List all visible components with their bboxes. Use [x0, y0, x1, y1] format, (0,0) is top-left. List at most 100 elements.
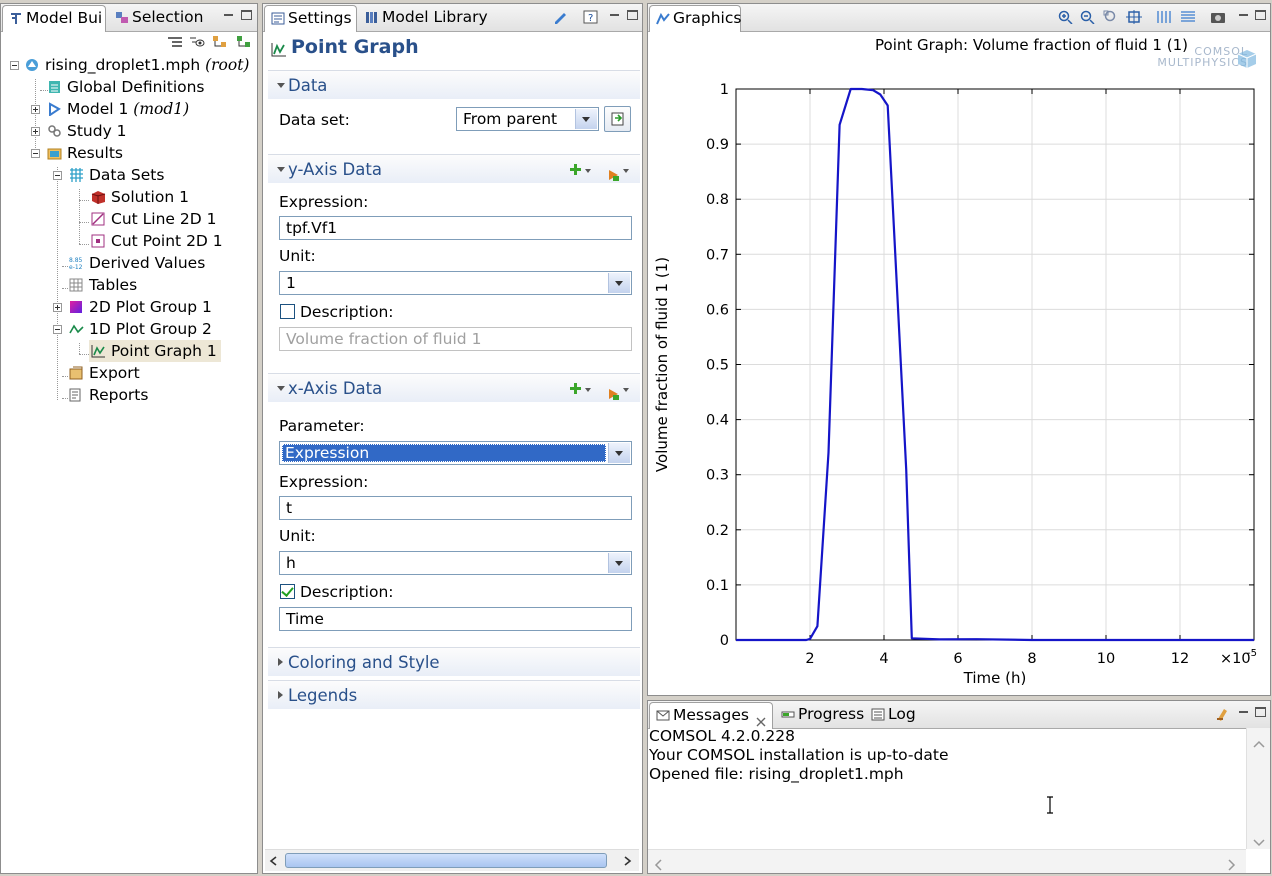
- chevron-down-icon[interactable]: [575, 109, 597, 129]
- minimize-button[interactable]: [1238, 707, 1249, 717]
- tab-graphics[interactable]: Graphics: [649, 5, 741, 32]
- chevron-down-icon[interactable]: [608, 443, 630, 463]
- expand-study[interactable]: [31, 127, 40, 136]
- tree-item-cut-point[interactable]: Cut Point 2D 1: [91, 230, 223, 252]
- results-icon: [47, 144, 62, 160]
- tab-model-builder[interactable]: Model Bui: [2, 5, 106, 32]
- expand-results[interactable]: [31, 149, 40, 158]
- chevron-down-icon[interactable]: [608, 273, 630, 293]
- selection-icon: [115, 7, 129, 23]
- x-unit-select[interactable]: h: [279, 551, 632, 575]
- data-sets-icon: [69, 166, 84, 182]
- minimize-button[interactable]: [223, 10, 234, 20]
- tree-item-cut-line[interactable]: Cut Line 2D 1: [91, 208, 216, 230]
- tree-root[interactable]: rising_droplet1.mph (root): [25, 54, 249, 76]
- x-grid-icon[interactable]: [1156, 10, 1172, 24]
- tree-item-data-sets[interactable]: Data Sets: [69, 164, 164, 186]
- zoom-out-icon[interactable]: [1080, 10, 1096, 25]
- message-line: Opened file: rising_droplet1.mph: [649, 765, 904, 783]
- tab-progress[interactable]: Progress: [775, 702, 870, 727]
- collapse-all-icon[interactable]: [167, 35, 183, 49]
- maximize-button[interactable]: [1255, 10, 1266, 20]
- tree-item-point-graph[interactable]: Point Graph 1: [89, 340, 221, 362]
- tab-selection[interactable]: Selection: [109, 5, 209, 30]
- maximize-button[interactable]: [241, 10, 252, 20]
- x-expression-input[interactable]: t: [279, 496, 632, 520]
- minimize-button[interactable]: [609, 10, 620, 20]
- scroll-right-button[interactable]: [620, 854, 634, 868]
- expand-2d-plot-group[interactable]: [53, 303, 62, 312]
- cut-line-icon: [91, 210, 106, 226]
- scroll-left-button[interactable]: [654, 857, 662, 873]
- tab-model-library[interactable]: Model Library: [359, 5, 494, 30]
- maximize-button[interactable]: [1255, 707, 1266, 717]
- replace-expression-icon[interactable]: [607, 162, 621, 191]
- edit-icon[interactable]: [553, 10, 569, 24]
- x-description-input[interactable]: Time: [279, 607, 632, 631]
- go-to-source-button[interactable]: [604, 106, 631, 132]
- tab-log[interactable]: Log: [865, 702, 922, 727]
- replace-expression-icon[interactable]: [607, 381, 621, 410]
- parameter-select[interactable]: Expression: [279, 441, 632, 465]
- scroll-thumb[interactable]: [285, 853, 607, 868]
- scroll-up-button[interactable]: [1253, 734, 1265, 752]
- tree-item-derived-values[interactable]: 8.85 e-12 Derived Values: [69, 252, 205, 274]
- y-tick-label: 0.7: [706, 247, 729, 263]
- tree-item-1d-plot-group[interactable]: 1D Plot Group 2: [69, 318, 212, 340]
- tree-item-results[interactable]: Results: [47, 142, 123, 164]
- tree-item-global-definitions[interactable]: Global Definitions: [47, 76, 205, 98]
- expand-1d-plot-group[interactable]: [53, 325, 62, 334]
- zoom-box-icon[interactable]: [1103, 10, 1119, 24]
- y-expression-input[interactable]: tpf.Vf1: [279, 216, 632, 240]
- tree-item-export[interactable]: Export: [69, 362, 140, 384]
- y-description-input[interactable]: Volume fraction of fluid 1: [279, 327, 632, 351]
- tree-item-tables[interactable]: Tables: [69, 274, 137, 296]
- x-tick-label: 12: [1171, 651, 1189, 667]
- messages-horizontal-scrollbar[interactable]: [648, 849, 1246, 873]
- x-tick-label: 10: [1097, 651, 1115, 667]
- y-description-checkbox[interactable]: [280, 304, 295, 319]
- minimize-button[interactable]: [1238, 10, 1249, 20]
- help-icon[interactable]: ?: [583, 10, 599, 24]
- y-unit-select[interactable]: 1: [279, 271, 632, 295]
- sort-icon[interactable]: [212, 35, 228, 49]
- chevron-down-icon[interactable]: [608, 553, 630, 573]
- model-builder-icon: [9, 8, 23, 24]
- tree-item-study[interactable]: Study 1: [47, 120, 127, 142]
- dependency-icon[interactable]: [236, 35, 252, 49]
- scroll-right-button[interactable]: [1228, 857, 1236, 873]
- tree-item-solution[interactable]: Solution 1: [91, 186, 189, 208]
- study-icon: [47, 122, 62, 137]
- maximize-button[interactable]: [627, 10, 638, 20]
- section-x-axis-header[interactable]: x-Axis Data: [268, 373, 640, 402]
- zoom-in-icon[interactable]: [1058, 10, 1074, 25]
- tree-item-reports[interactable]: Reports: [69, 384, 148, 406]
- tab-settings[interactable]: Settings: [264, 5, 357, 32]
- messages-vertical-scrollbar[interactable]: [1246, 728, 1270, 851]
- expand-root[interactable]: [10, 61, 19, 70]
- settings-horizontal-scrollbar[interactable]: [265, 849, 639, 871]
- scroll-down-button[interactable]: [1253, 833, 1265, 851]
- camera-icon[interactable]: [1210, 10, 1226, 24]
- x-description-checkbox[interactable]: [280, 584, 295, 599]
- section-data-header[interactable]: Data: [268, 70, 640, 99]
- section-coloring-header[interactable]: Coloring and Style: [268, 647, 640, 676]
- tree-item-model[interactable]: Model 1 (mod1): [47, 98, 189, 120]
- section-legends-header[interactable]: Legends: [268, 680, 640, 709]
- add-expression-icon[interactable]: [570, 383, 581, 394]
- scroll-left-button[interactable]: [267, 854, 281, 868]
- dataset-select[interactable]: From parent: [456, 107, 599, 131]
- clear-icon[interactable]: [1214, 707, 1230, 721]
- zoom-extents-icon[interactable]: [1126, 10, 1142, 24]
- model-icon: [47, 100, 62, 117]
- y-grid-icon[interactable]: [1180, 10, 1196, 24]
- y-description-label: Description:: [300, 303, 394, 321]
- add-expression-icon[interactable]: [570, 164, 581, 175]
- expand-data-sets[interactable]: [53, 171, 62, 180]
- tab-messages[interactable]: Messages: [649, 702, 773, 729]
- expand-model[interactable]: [31, 105, 40, 114]
- parameter-selected: Expression: [282, 444, 606, 462]
- section-y-axis-header[interactable]: y-Axis Data: [268, 154, 640, 183]
- tree-item-2d-plot-group[interactable]: 2D Plot Group 1: [69, 296, 212, 318]
- show-icon[interactable]: [189, 35, 205, 49]
